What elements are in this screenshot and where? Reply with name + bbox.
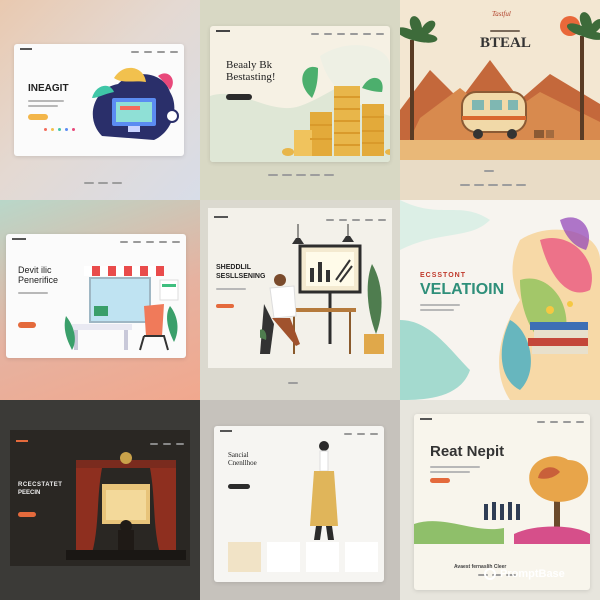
tile-7: RCECSTATET PEECIN — [0, 400, 200, 600]
nav-bar — [6, 234, 186, 244]
tile-6: ECSSTONT VELATIOIN — [400, 200, 600, 400]
model-illustration — [310, 441, 338, 540]
designer-illustration — [260, 224, 384, 354]
heading-line-1: Beaaly Bk — [226, 59, 273, 71]
product-card[interactable] — [228, 542, 261, 572]
tile-8: Sancial Cnenllhoe — [200, 400, 400, 600]
cta-button[interactable] — [28, 114, 48, 120]
nav-bar — [14, 44, 184, 54]
heading-line-1: RCECSTATET — [18, 482, 63, 488]
watermark: PromptBase — [484, 568, 565, 580]
pagination — [288, 382, 298, 384]
heading-line-2: Cnenllhoe — [228, 459, 257, 467]
landing-page-mockup: RCECSTATET PEECIN — [10, 430, 190, 566]
logo — [420, 418, 432, 420]
nav-links[interactable] — [532, 414, 584, 428]
color-dots — [44, 128, 75, 131]
footer-links — [268, 174, 334, 176]
desert-scene — [400, 0, 600, 160]
product-card[interactable] — [345, 542, 378, 572]
watermark-text: PromptBase — [500, 568, 565, 580]
nature-illustration — [414, 456, 590, 544]
landing-page-mockup: Sancial Cnenllhoe — [214, 426, 384, 582]
logo — [20, 48, 32, 50]
nav-links[interactable] — [145, 432, 184, 450]
promptbase-logo-icon — [484, 568, 496, 580]
watercolor-splash — [400, 200, 600, 400]
footer-links — [484, 170, 494, 172]
tile-1: INEAGIT — [0, 0, 200, 200]
image-grid: INEAGIT Beaaly Bk Bestasting! Tastful BT… — [0, 0, 600, 600]
page-title: INEAGIT — [28, 83, 69, 94]
landing-page-mockup: Devit ilic Penerifice — [6, 234, 186, 358]
illustration — [92, 67, 179, 140]
logo — [12, 238, 26, 240]
logo — [16, 440, 28, 442]
logo — [220, 430, 232, 432]
footer-links-row — [460, 184, 526, 186]
heading-line-2: Penerifice — [18, 275, 59, 285]
landing-page-mockup: INEAGIT — [14, 44, 184, 156]
coins-illustration — [282, 66, 390, 156]
page-title: BTEAL — [480, 35, 531, 51]
pagination — [84, 182, 122, 184]
product-card[interactable] — [267, 542, 300, 572]
landing-page-mockup: SHEDDLIL SESLLSENING — [208, 208, 392, 368]
tile-2: Beaaly Bk Bestasting! — [200, 0, 400, 200]
office-illustration — [64, 266, 179, 351]
product-row — [228, 542, 378, 572]
tile-9: Reat Nepit Avaest fernaslih Cleer Prompt… — [400, 400, 600, 600]
nav-bar — [10, 436, 190, 446]
cta-button[interactable] — [216, 304, 234, 308]
heading-line-2: SESLLSENING — [216, 273, 266, 280]
nav-bar — [208, 212, 392, 222]
tile-3: Tastful BTEAL — [400, 0, 600, 200]
cta-button[interactable] — [228, 484, 250, 489]
landing-page-mockup: Beaaly Bk Bestasting! — [210, 26, 390, 162]
cta-button[interactable] — [18, 512, 36, 517]
heading-line-1: SHEDDLIL — [216, 264, 251, 271]
logo — [214, 216, 228, 218]
heading-line-2: PEECIN — [18, 490, 41, 496]
cta-button[interactable] — [226, 94, 252, 100]
nav-bar — [214, 426, 384, 436]
heading-line-2: Bestasting! — [226, 71, 276, 83]
tile-4: Devit ilic Penerifice — [0, 200, 200, 400]
theater-illustration — [66, 452, 186, 560]
tile-5: SHEDDLIL SESLLSENING — [200, 200, 400, 400]
product-card[interactable] — [306, 542, 339, 572]
page-title: VELATIOIN — [420, 281, 505, 298]
subheading: ECSSTONT — [420, 272, 466, 279]
landing-page-mockup: Reat Nepit Avaest fernaslih Cleer — [414, 414, 590, 590]
nav-bar — [414, 414, 590, 424]
cta-button[interactable] — [18, 322, 36, 328]
logo-text: Tastful — [492, 10, 511, 18]
nav-links[interactable] — [126, 44, 178, 58]
